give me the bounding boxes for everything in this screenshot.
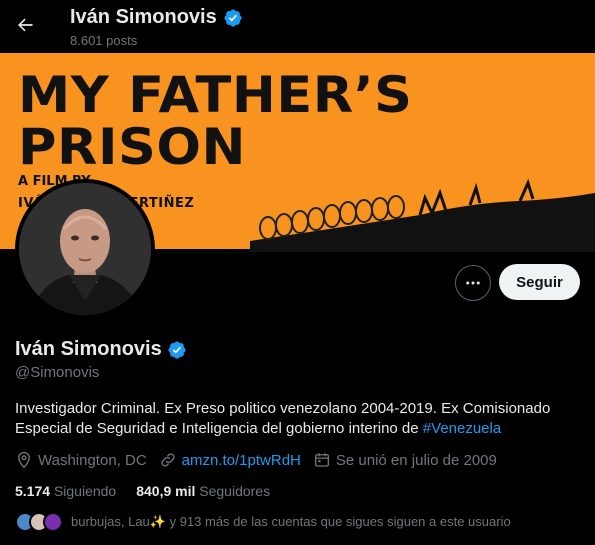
header-name-text: Iván Simonovis — [70, 6, 217, 28]
back-button[interactable] — [10, 10, 40, 40]
followers-you-know[interactable]: burbujas, Lau✨ y 913 más de las cuentas … — [15, 512, 511, 532]
followers-stat[interactable]: 840,9 mil Seguidores — [136, 483, 270, 499]
header-profile-name: Iván Simonovis — [70, 6, 243, 29]
profile-stats: 5.174 Siguiendo 840,9 mil Seguidores — [15, 483, 290, 499]
followers-label: Seguidores — [199, 483, 271, 499]
back-arrow-icon — [18, 18, 33, 32]
joined-text: Se unió en julio de 2009 — [335, 451, 497, 469]
profile-name-text: Iván Simonovis — [15, 338, 162, 360]
calendar-icon — [314, 453, 329, 467]
profile-meta: Washington, DC amzn.to/1ptwRdH Se unió e… — [15, 451, 509, 469]
verified-badge-icon — [224, 8, 242, 27]
profile-name: Iván Simonovis — [15, 338, 187, 361]
avatar-photo — [19, 183, 151, 315]
following-count: 5.174 — [15, 483, 51, 499]
more-options-icon — [466, 281, 480, 285]
header-post-count: 8.601 posts — [70, 33, 138, 48]
more-options-button[interactable] — [455, 265, 491, 301]
link-icon — [161, 453, 175, 467]
website-item[interactable]: amzn.to/1ptwRdH — [159, 451, 301, 469]
website-link[interactable]: amzn.to/1ptwRdH — [182, 452, 301, 469]
top-bar: Iván Simonovis 8.601 posts — [0, 0, 595, 53]
location-item: Washington, DC — [15, 451, 147, 469]
location-icon — [18, 451, 30, 469]
bio-hashtag-link[interactable]: #Venezuela — [423, 420, 501, 437]
location-text: Washington, DC — [38, 451, 147, 469]
joined-item: Se unió en julio de 2009 — [313, 451, 497, 469]
profile-bio: Investigador Criminal. Ex Preso politico… — [15, 399, 585, 439]
follow-button[interactable]: Seguir — [499, 264, 580, 300]
verified-badge-icon[interactable] — [167, 340, 187, 360]
followers-count: 840,9 mil — [136, 483, 196, 499]
following-stat[interactable]: 5.174 Siguiendo — [15, 483, 116, 499]
profile-avatar[interactable] — [15, 179, 155, 319]
followers-you-know-text: burbujas, Lau✨ y 913 más de las cuentas … — [71, 514, 511, 529]
following-label: Siguiendo — [53, 483, 117, 499]
follower-avatar — [43, 512, 63, 532]
profile-handle: @Simonovis — [15, 364, 100, 381]
